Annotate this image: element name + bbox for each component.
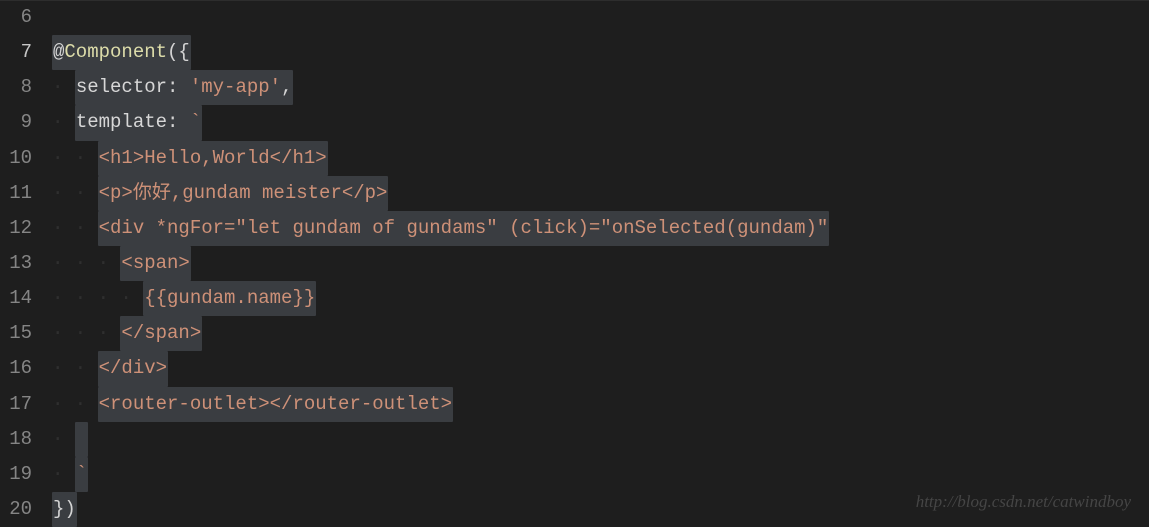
- line-number: 16: [6, 351, 32, 386]
- code-line: @Component({: [52, 35, 1149, 70]
- code-line: · · <h1>Hello,World</h1>: [52, 141, 1149, 176]
- line-number: 12: [6, 211, 32, 246]
- line-number: 19: [6, 457, 32, 492]
- code-line: [52, 0, 1149, 35]
- line-number: 6: [6, 0, 32, 35]
- line-number: 17: [6, 387, 32, 422]
- code-line: · · <div *ngFor="let gundam of gundams" …: [52, 211, 1149, 246]
- line-number: 20: [6, 492, 32, 527]
- line-number: 10: [6, 141, 32, 176]
- line-number: 15: [6, 316, 32, 351]
- code-line: · · <router-outlet></router-outlet>: [52, 387, 1149, 422]
- code-line: · · <p>你好,gundam meister</p>: [52, 176, 1149, 211]
- line-number-gutter: 6 7 8 9 10 11 12 13 14 15 16 17 18 19 20: [0, 0, 46, 525]
- line-number: 9: [6, 105, 32, 140]
- line-number: 14: [6, 281, 32, 316]
- code-line: }): [52, 492, 1149, 527]
- code-area[interactable]: @Component({ · selector: 'my-app', · tem…: [46, 0, 1149, 525]
- line-number: 7: [6, 35, 32, 70]
- code-line: · · </div>: [52, 351, 1149, 386]
- code-line: · selector: 'my-app',: [52, 70, 1149, 105]
- line-number: 8: [6, 70, 32, 105]
- code-line: · · · <span>: [52, 246, 1149, 281]
- code-line: · template: `: [52, 105, 1149, 140]
- code-line: · · · </span>: [52, 316, 1149, 351]
- code-editor[interactable]: 6 7 8 9 10 11 12 13 14 15 16 17 18 19 20…: [0, 0, 1149, 525]
- line-number: 11: [6, 176, 32, 211]
- code-line: · · · · {{gundam.name}}: [52, 281, 1149, 316]
- code-line: ·: [52, 422, 1149, 457]
- line-number: 13: [6, 246, 32, 281]
- line-number: 18: [6, 422, 32, 457]
- code-line: · `: [52, 457, 1149, 492]
